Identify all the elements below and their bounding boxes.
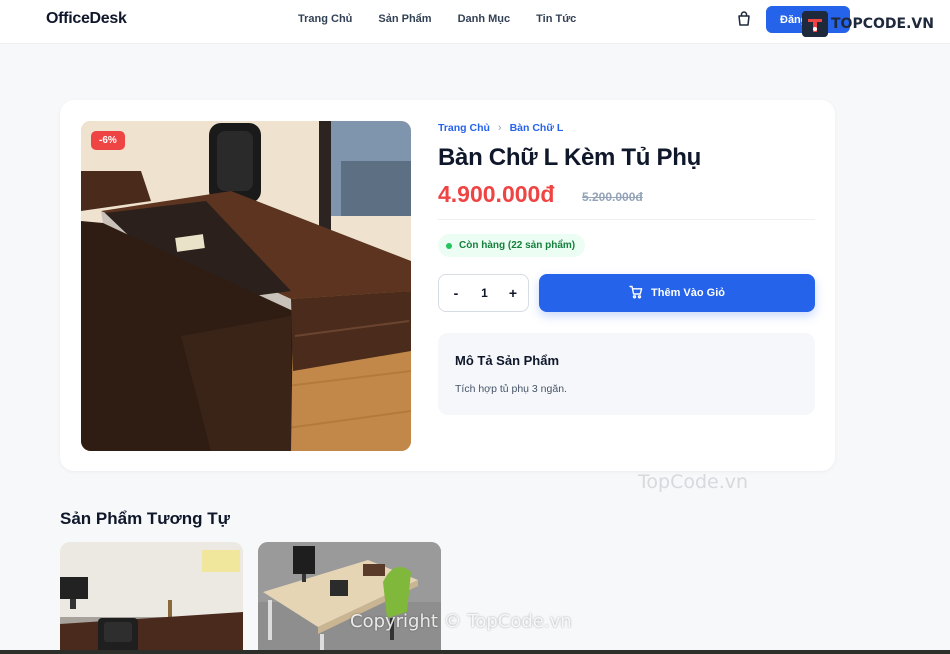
similar-product-card[interactable] bbox=[258, 542, 441, 654]
cart-icon bbox=[629, 285, 643, 302]
product-title: Bàn Chữ L Kèm Tủ Phụ bbox=[438, 144, 701, 171]
nav-link-products[interactable]: Sản Phẩm bbox=[378, 13, 431, 25]
nav-link-categories[interactable]: Danh Mục bbox=[458, 13, 511, 25]
bottom-bar bbox=[0, 650, 950, 654]
stock-text: Còn hàng (22 sản phẩm) bbox=[459, 240, 576, 251]
nav-link-news[interactable]: Tin Tức bbox=[536, 13, 576, 25]
breadcrumb-home[interactable]: Trang Chủ bbox=[438, 122, 490, 134]
divider bbox=[438, 219, 815, 220]
top-header: OfficeDesk Trang Chủ Sản Phẩm Danh Mục T… bbox=[0, 0, 950, 44]
similar-products-title: Sản Phẩm Tương Tự bbox=[60, 509, 230, 528]
similar-product-card[interactable] bbox=[60, 542, 243, 654]
add-to-cart-button[interactable]: Thêm Vào Giỏ bbox=[539, 274, 815, 312]
product-image[interactable]: -6% bbox=[81, 121, 411, 451]
topcode-watermark-logo: TOPCODE.VN bbox=[802, 11, 934, 37]
product-card: -6% Trang Chủ › Bàn Chữ L Bàn Chữ L Kèm … bbox=[60, 100, 835, 471]
topcode-logo-text: TOPCODE.VN bbox=[831, 16, 934, 32]
description-title: Mô Tả Sản Phẩm bbox=[455, 353, 560, 368]
cart-icon[interactable] bbox=[735, 10, 753, 28]
status-dot-icon bbox=[446, 242, 452, 249]
main-nav: Trang Chủ Sản Phẩm Danh Mục Tin Tức bbox=[298, 13, 576, 25]
product-old-price: 5.200.000đ bbox=[582, 190, 643, 204]
add-to-cart-label: Thêm Vào Giỏ bbox=[651, 287, 725, 299]
topcode-watermark-text: TopCode.vn bbox=[638, 471, 749, 493]
product-price: 4.900.000đ bbox=[438, 181, 555, 207]
discount-badge: -6% bbox=[91, 131, 125, 150]
copyright-watermark: Copyright © TopCode.vn bbox=[350, 611, 572, 632]
description-box: Mô Tả Sản Phẩm Tích hợp tủ phụ 3 ngăn. bbox=[438, 333, 815, 415]
description-text: Tích hợp tủ phụ 3 ngăn. bbox=[455, 383, 567, 395]
topcode-logo-icon bbox=[802, 11, 828, 37]
nav-link-home[interactable]: Trang Chủ bbox=[298, 13, 352, 25]
breadcrumb: Trang Chủ › Bàn Chữ L bbox=[438, 122, 563, 134]
quantity-increase-button[interactable]: + bbox=[507, 285, 519, 301]
site-logo[interactable]: OfficeDesk bbox=[46, 10, 127, 28]
breadcrumb-category[interactable]: Bàn Chữ L bbox=[510, 122, 564, 134]
quantity-stepper: - 1 + bbox=[438, 274, 529, 312]
stock-badge: Còn hàng (22 sản phẩm) bbox=[438, 234, 586, 257]
quantity-value[interactable]: 1 bbox=[481, 286, 488, 300]
chevron-right-icon: › bbox=[497, 122, 502, 134]
quantity-decrease-button[interactable]: - bbox=[450, 285, 462, 301]
